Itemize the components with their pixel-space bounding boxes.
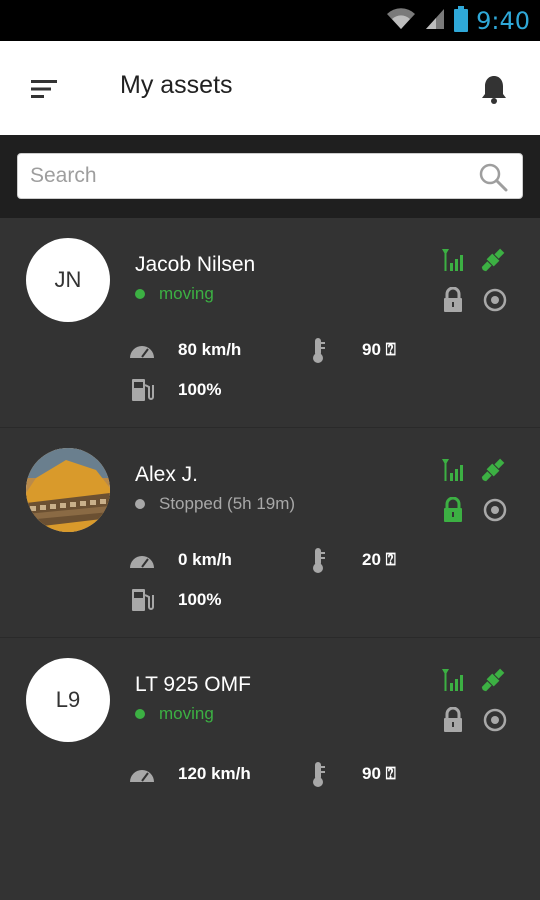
thermometer-icon xyxy=(304,336,332,364)
thermometer-icon xyxy=(304,546,332,574)
wifi-icon xyxy=(386,7,416,35)
avatar-photo xyxy=(26,448,110,532)
page-title: My assets xyxy=(120,71,233,99)
temperature-metric: 90 ⍰ xyxy=(304,336,396,364)
status-bar: 9:40 xyxy=(0,0,540,41)
target-locate-icon[interactable] xyxy=(481,286,509,314)
signal-antenna-icon xyxy=(439,246,467,274)
status-dot xyxy=(135,289,145,299)
speed-metric: 80 km/h xyxy=(128,336,241,364)
asset-name: Alex J. xyxy=(135,463,199,486)
fuel-metric: 100% xyxy=(128,376,221,404)
fuel-value: 100% xyxy=(178,380,222,399)
temperature-metric: 90 ⍰ xyxy=(304,760,396,788)
asset-status: Stopped (5h 19m) xyxy=(135,494,295,514)
speed-metric: 0 km/h xyxy=(128,546,232,574)
temperature-value: 90 ⍰ xyxy=(362,764,396,783)
search-box[interactable] xyxy=(17,153,523,199)
avatar: L9 xyxy=(26,658,110,742)
status-text: moving xyxy=(159,284,214,303)
satellite-gps-icon xyxy=(479,246,507,274)
sort-menu-icon xyxy=(31,80,57,98)
asset-list: JN Jacob Nilsen moving 80 km/h 90 ⍰ 100%… xyxy=(0,218,540,900)
lock-icon-active[interactable] xyxy=(439,496,467,524)
asset-name: Jacob Nilsen xyxy=(135,253,256,276)
asset-card[interactable]: Alex J. Stopped (5h 19m) 0 km/h 20 ⍰ 100… xyxy=(0,428,540,638)
asset-status: moving xyxy=(135,284,214,304)
battery-icon xyxy=(454,5,469,36)
target-locate-icon[interactable] xyxy=(481,496,509,524)
asset-card[interactable]: JN Jacob Nilsen moving 80 km/h 90 ⍰ 100% xyxy=(0,218,540,428)
clock-time: 9:40 xyxy=(476,6,530,35)
satellite-gps-icon xyxy=(479,456,507,484)
fuel-pump-icon xyxy=(128,586,156,614)
target-locate-icon[interactable] xyxy=(481,706,509,734)
signal-antenna-icon xyxy=(439,456,467,484)
status-text: moving xyxy=(159,704,214,723)
speedometer-icon xyxy=(128,336,156,364)
asset-card[interactable]: L9 LT 925 OMF moving 120 km/h 90 ⍰ xyxy=(0,638,540,848)
satellite-gps-icon xyxy=(479,666,507,694)
speedometer-icon xyxy=(128,760,156,788)
cell-signal-icon xyxy=(424,7,446,35)
thermometer-icon xyxy=(304,760,332,788)
search-input[interactable] xyxy=(30,154,470,198)
speedometer-icon xyxy=(128,546,156,574)
lock-icon[interactable] xyxy=(439,286,467,314)
status-text: Stopped (5h 19m) xyxy=(159,494,296,513)
status-dot xyxy=(135,709,145,719)
fuel-pump-icon xyxy=(128,376,156,404)
fuel-metric: 100% xyxy=(128,586,221,614)
temperature-metric: 20 ⍰ xyxy=(304,546,396,574)
fuel-value: 100% xyxy=(178,590,222,609)
asset-name: LT 925 OMF xyxy=(135,673,251,696)
temperature-value: 90 ⍰ xyxy=(362,340,396,359)
notifications-button[interactable] xyxy=(472,67,516,111)
search-bar-container xyxy=(0,135,540,218)
app-bar: My assets xyxy=(0,41,540,135)
speed-metric: 120 km/h xyxy=(128,760,251,788)
speed-value: 120 km/h xyxy=(178,764,251,783)
avatar: JN xyxy=(26,238,110,322)
lock-icon[interactable] xyxy=(439,706,467,734)
search-icon[interactable] xyxy=(478,162,508,192)
menu-button[interactable] xyxy=(22,67,66,111)
status-dot xyxy=(135,499,145,509)
temperature-value: 20 ⍰ xyxy=(362,550,396,569)
bell-icon xyxy=(482,76,506,104)
speed-value: 80 km/h xyxy=(178,340,242,359)
speed-value: 0 km/h xyxy=(178,550,232,569)
asset-status: moving xyxy=(135,704,214,724)
signal-antenna-icon xyxy=(439,666,467,694)
